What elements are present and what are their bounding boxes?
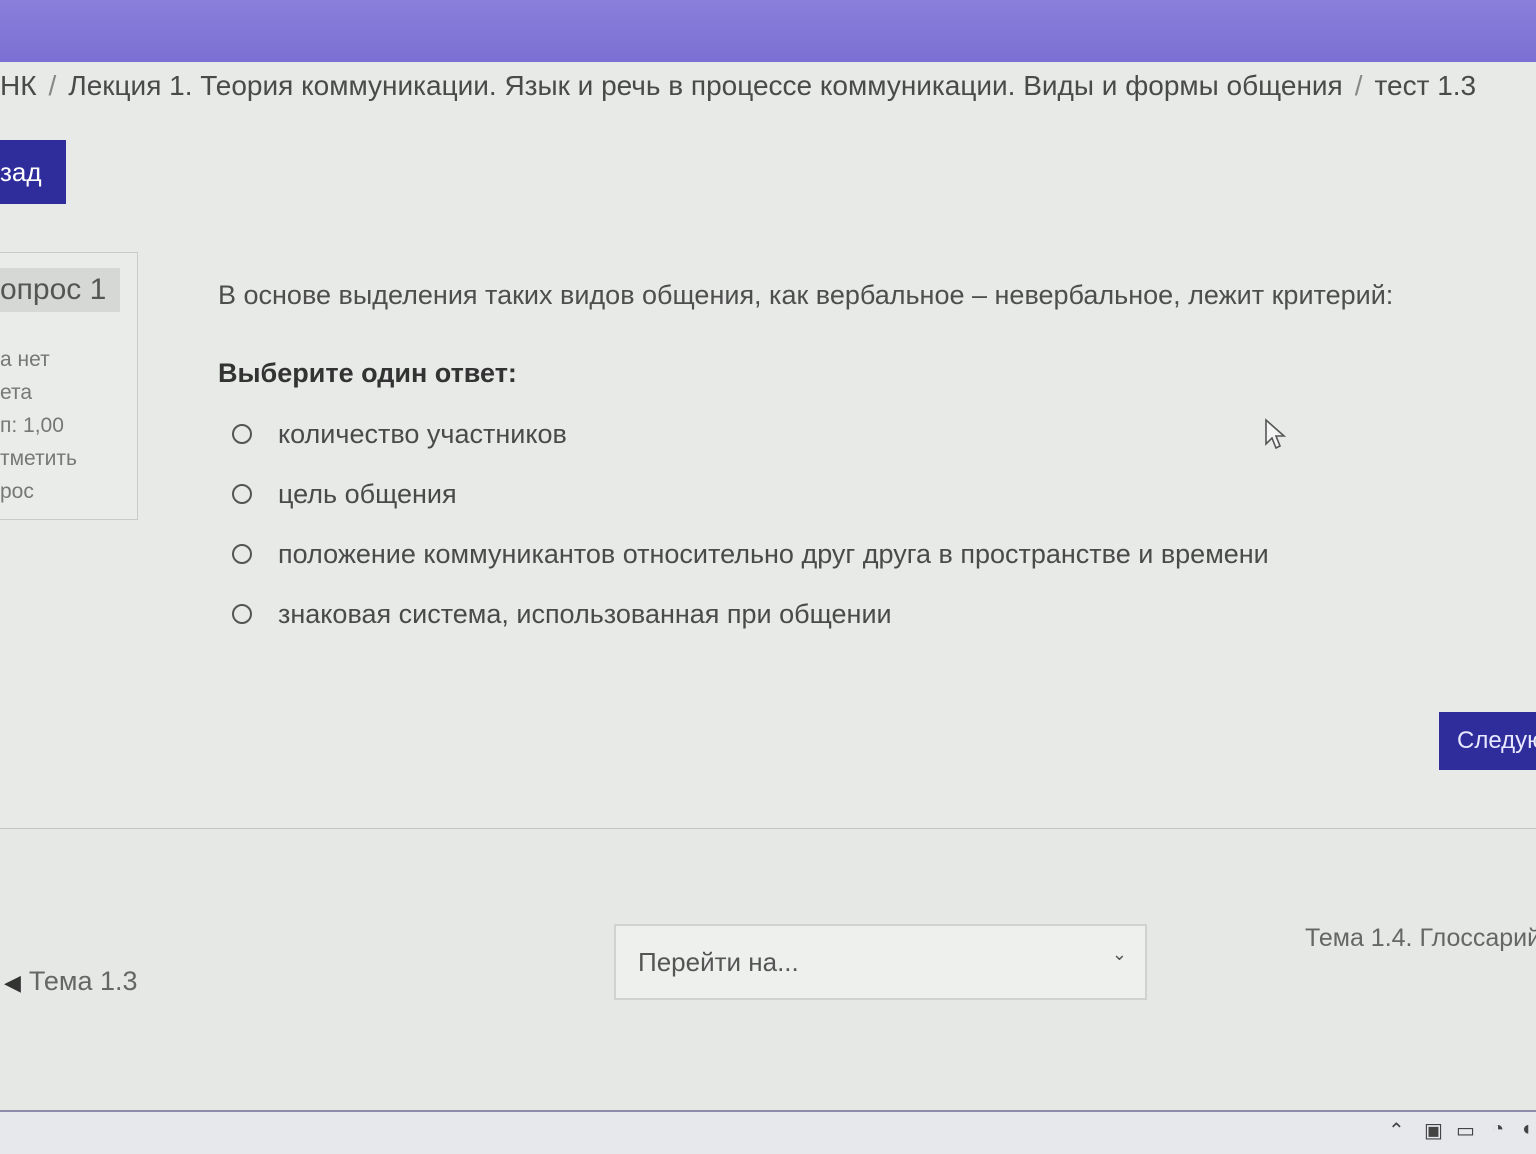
prev-activity-label[interactable]: Тема 1.3 — [29, 966, 138, 996]
top-header-bar — [0, 0, 1536, 62]
next-page-button[interactable]: Следую — [1439, 712, 1536, 770]
wifi-icon[interactable]: ◔ — [1492, 1118, 1504, 1141]
answer-prompt: Выберите один ответ: — [218, 358, 517, 388]
flag-question-link-cont[interactable]: рос — [0, 480, 34, 504]
flag-question-link[interactable]: тметить — [0, 447, 77, 471]
radio-button[interactable] — [232, 484, 252, 504]
radio-button[interactable] — [232, 604, 252, 624]
question-max-score: п: 1,00 — [0, 414, 64, 437]
chevron-down-icon[interactable]: ⌄ — [1112, 944, 1127, 965]
answer-option[interactable]: цель общения — [232, 474, 457, 514]
answer-option-label[interactable]: количество участников — [278, 419, 567, 450]
camera-icon[interactable]: ▣ — [1424, 1118, 1443, 1143]
breadcrumb: НК / Лекция 1. Теория коммуникации. Язык и… — [0, 70, 1476, 102]
question-number: опрос 1 — [0, 268, 120, 312]
answer-option-label[interactable]: знаковая система, использованная при общ… — [278, 599, 892, 630]
prev-activity-link[interactable]: ◀ Тема 1.3 — [4, 966, 138, 997]
battery-icon[interactable]: ▭ — [1456, 1118, 1475, 1143]
radio-button[interactable] — [232, 544, 252, 564]
breadcrumb-item-course[interactable]: НК — [0, 70, 37, 101]
answer-option-label[interactable]: цель общения — [278, 479, 457, 510]
answer-option[interactable]: знаковая система, использованная при общ… — [232, 594, 892, 634]
radio-button[interactable] — [232, 424, 252, 444]
back-button[interactable]: зад — [0, 140, 66, 204]
breadcrumb-separator: / — [48, 70, 57, 101]
left-triangle-icon: ◀ — [4, 970, 21, 995]
answer-option[interactable]: положение коммуникантов относительно дру… — [232, 534, 1269, 574]
jump-to-select[interactable]: Перейти на... ⌄ — [614, 924, 1147, 1000]
jump-to-select-value[interactable]: Перейти на... — [638, 947, 799, 978]
question-text: В основе выделения таких видов общения, … — [218, 280, 1394, 310]
chevron-up-icon[interactable]: ⌃ — [1388, 1118, 1405, 1143]
answer-option[interactable]: количество участников — [232, 414, 567, 454]
breadcrumb-item-lecture[interactable]: Лекция 1. Теория коммуникации. Язык и ре… — [68, 70, 1342, 101]
next-activity-link[interactable]: Тема 1.4. Глоссарий к / — [1305, 924, 1536, 953]
mouse-cursor-icon — [1265, 418, 1287, 450]
taskbar — [0, 1110, 1536, 1154]
volume-icon[interactable]: ◖ — [1520, 1118, 1532, 1141]
breadcrumb-separator: / — [1354, 70, 1363, 101]
breadcrumb-item-test[interactable]: тест 1.3 — [1375, 70, 1477, 101]
answer-option-label[interactable]: положение коммуникантов относительно дру… — [278, 539, 1269, 570]
question-status-cont: ета — [0, 381, 33, 404]
divider — [0, 828, 1536, 829]
question-status: а нет — [0, 348, 50, 371]
